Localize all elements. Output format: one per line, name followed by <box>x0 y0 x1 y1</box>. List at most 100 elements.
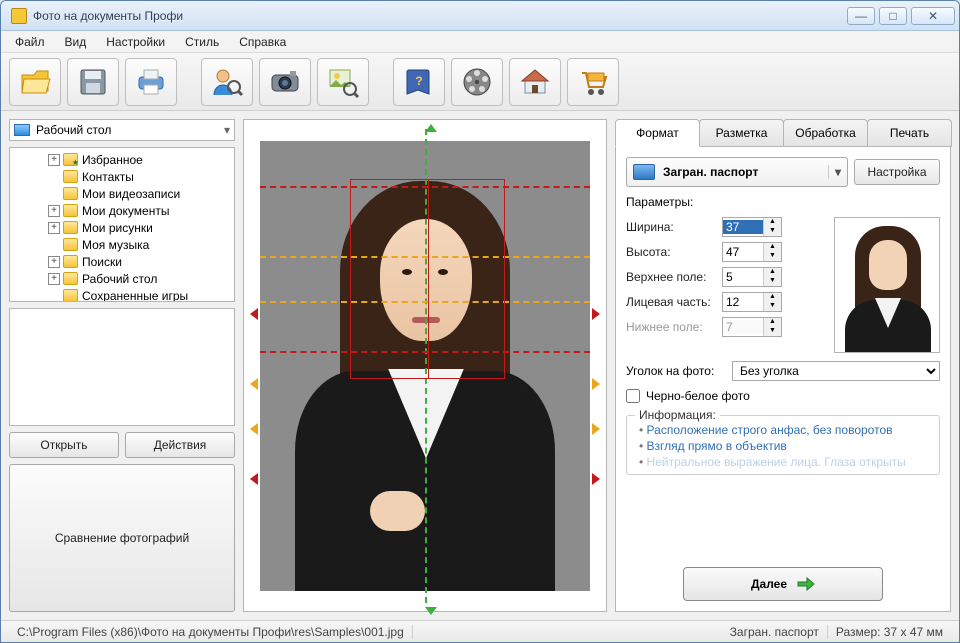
document-type-select[interactable]: Загран. паспорт ▾ <box>626 157 848 187</box>
folder-tree[interactable]: +Избранное Контакты Мои видеозаписи +Мои… <box>9 147 235 302</box>
chevron-down-icon: ▾ <box>224 123 230 137</box>
toolbar-camera[interactable] <box>259 58 311 106</box>
arrow-right-icon <box>797 577 815 591</box>
tree-item[interactable]: +Избранное <box>12 151 232 168</box>
menu-view[interactable]: Вид <box>57 33 95 51</box>
toolbar-save[interactable] <box>67 58 119 106</box>
tab-format[interactable]: Формат <box>615 119 700 147</box>
info-item: Расположение строго анфас, без поворотов <box>639 422 931 438</box>
face-part-input[interactable] <box>723 295 763 309</box>
menu-style[interactable]: Стиль <box>177 33 227 51</box>
configure-button[interactable]: Настройка <box>854 159 940 185</box>
toolbar-print[interactable] <box>125 58 177 106</box>
parameters-list: Ширина: ▲▼ Высота: ▲▼ Верхнее поле: ▲▼ Л… <box>626 217 824 353</box>
left-panel: Рабочий стол ▾ +Избранное Контакты Мои в… <box>9 119 235 612</box>
corner-select[interactable]: Без уголка <box>732 361 940 381</box>
statusbar: C:\Program Files (x86)\Фото на документы… <box>1 620 959 642</box>
tab-print[interactable]: Печать <box>867 119 952 147</box>
toolbar-open[interactable] <box>9 58 61 106</box>
thumbnail-area <box>9 308 235 426</box>
tab-processing[interactable]: Обработка <box>783 119 868 147</box>
actions-button[interactable]: Действия <box>125 432 235 458</box>
tree-expander[interactable]: + <box>48 256 60 268</box>
bw-checkbox[interactable] <box>626 389 640 403</box>
tree-item[interactable]: +Рабочий стол <box>12 270 232 287</box>
tree-item[interactable]: +Мои документы <box>12 202 232 219</box>
bottom-margin-label: Нижнее поле: <box>626 320 722 334</box>
menu-settings[interactable]: Настройки <box>98 33 173 51</box>
tree-item[interactable]: Контакты <box>12 168 232 185</box>
toolbar: ? <box>1 53 959 111</box>
open-button[interactable]: Открыть <box>9 432 119 458</box>
height-label: Высота: <box>626 245 722 259</box>
toolbar-user-search[interactable] <box>201 58 253 106</box>
top-margin-input[interactable] <box>723 270 763 284</box>
workarea: Рабочий стол ▾ +Избранное Контакты Мои в… <box>1 111 959 620</box>
folder-icon <box>63 221 78 234</box>
guide-handle[interactable] <box>250 423 258 435</box>
compare-button[interactable]: Сравнение фотографий <box>9 464 235 613</box>
tree-expander[interactable]: + <box>48 154 60 166</box>
id-card-icon <box>633 164 655 180</box>
tab-body: Загран. паспорт ▾ Настройка Параметры: Ш… <box>615 147 951 612</box>
tree-item[interactable]: Сохраненные игры <box>12 287 232 302</box>
result-preview <box>834 217 940 353</box>
guide-handle[interactable] <box>592 423 600 435</box>
menubar: Файл Вид Настройки Стиль Справка <box>1 31 959 53</box>
tree-expander[interactable]: + <box>48 222 60 234</box>
toolbar-home[interactable] <box>509 58 561 106</box>
bottom-margin-stepper: ▲▼ <box>722 317 782 337</box>
guide-handle[interactable] <box>250 308 258 320</box>
face-part-stepper[interactable]: ▲▼ <box>722 292 782 312</box>
guide-handle[interactable] <box>250 378 258 390</box>
width-stepper[interactable]: ▲▼ <box>722 217 782 237</box>
corner-label: Уголок на фото: <box>626 364 726 378</box>
tree-item[interactable]: +Мои рисунки <box>12 219 232 236</box>
height-stepper[interactable]: ▲▼ <box>722 242 782 262</box>
folder-icon <box>63 289 78 302</box>
tree-item[interactable]: Мои видеозаписи <box>12 185 232 202</box>
toolbar-cart[interactable] <box>567 58 619 106</box>
status-path: C:\Program Files (x86)\Фото на документы… <box>9 625 413 639</box>
chevron-down-icon: ▾ <box>828 165 841 179</box>
next-button[interactable]: Далее <box>683 567 883 601</box>
guide-handle[interactable] <box>592 473 600 485</box>
spin-up[interactable]: ▲ <box>764 218 781 227</box>
titlebar: Фото на документы Профи — □ ✕ <box>1 1 959 31</box>
folder-icon <box>63 204 78 217</box>
toolbar-help-book[interactable]: ? <box>393 58 445 106</box>
right-panel: Формат Разметка Обработка Печать Загран.… <box>615 119 951 612</box>
folder-icon <box>63 255 78 268</box>
menu-file[interactable]: Файл <box>7 33 53 51</box>
toolbar-film-reel[interactable] <box>451 58 503 106</box>
top-margin-stepper[interactable]: ▲▼ <box>722 267 782 287</box>
face-part-label: Лицевая часть: <box>626 295 722 309</box>
photo-canvas[interactable] <box>260 141 590 591</box>
tree-item[interactable]: +Поиски <box>12 253 232 270</box>
app-window: Фото на документы Профи — □ ✕ Файл Вид Н… <box>0 0 960 643</box>
tabs: Формат Разметка Обработка Печать <box>615 119 951 147</box>
guide-handle[interactable] <box>592 308 600 320</box>
folder-combo[interactable]: Рабочий стол ▾ <box>9 119 235 141</box>
tab-layout[interactable]: Разметка <box>699 119 784 147</box>
tree-expander[interactable]: + <box>48 205 60 217</box>
crop-rect[interactable] <box>350 179 505 379</box>
tree-item[interactable]: Моя музыка <box>12 236 232 253</box>
tree-expander[interactable]: + <box>48 273 60 285</box>
spin-down[interactable]: ▼ <box>764 227 781 236</box>
close-button[interactable]: ✕ <box>911 7 955 25</box>
width-input[interactable] <box>723 220 763 234</box>
guide-handle[interactable] <box>592 378 600 390</box>
toolbar-picture-search[interactable] <box>317 58 369 106</box>
minimize-button[interactable]: — <box>847 7 875 25</box>
photo-editor[interactable] <box>243 119 607 612</box>
svg-text:?: ? <box>415 74 422 88</box>
folder-icon <box>63 170 78 183</box>
top-margin-label: Верхнее поле: <box>626 270 722 284</box>
maximize-button[interactable]: □ <box>879 7 907 25</box>
next-label: Далее <box>751 577 787 591</box>
height-input[interactable] <box>723 245 763 259</box>
guide-handle[interactable] <box>250 473 258 485</box>
guide-handle-bottom[interactable] <box>425 607 437 615</box>
menu-help[interactable]: Справка <box>231 33 294 51</box>
